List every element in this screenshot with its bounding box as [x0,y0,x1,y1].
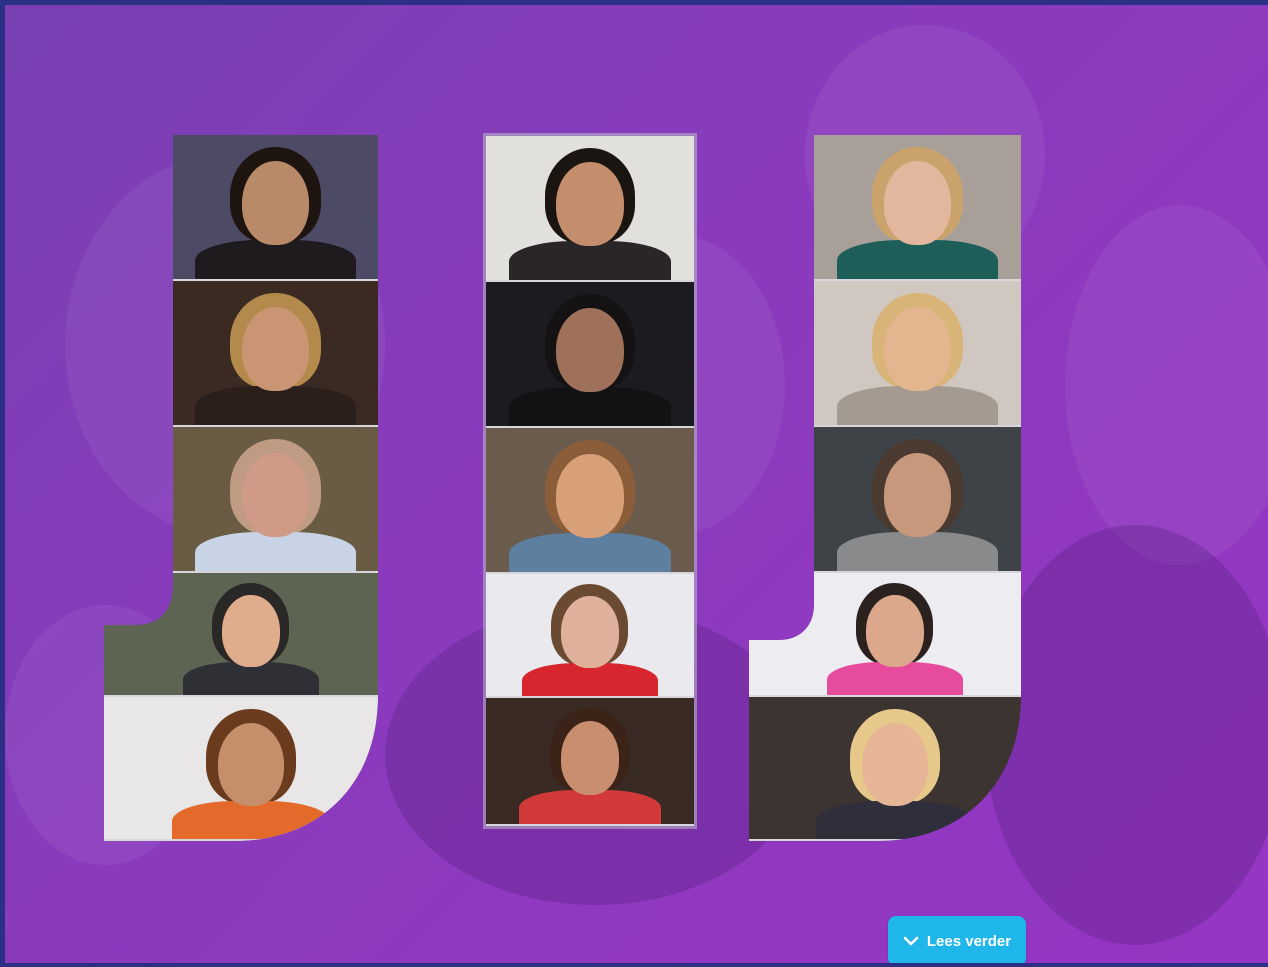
photo-body [837,240,998,281]
photo-body [509,533,671,572]
chevron-down-icon [903,936,919,946]
photo-body [509,387,671,426]
letter-j-right-collage [749,135,1021,841]
celebrity-photo [814,135,1021,281]
photo-body [827,662,964,697]
celebrity-photo [486,282,694,428]
celebrity-photo [104,697,378,841]
photo-body [195,386,356,427]
photo-body [509,241,671,280]
photo-body [195,532,356,573]
photo-body [837,386,998,427]
celebrity-photo [173,281,378,427]
photo-face [862,723,928,806]
photo-face [884,161,951,245]
photo-face [866,595,923,666]
celebrity-photo [486,574,694,698]
celebrity-photo [749,573,1021,697]
photo-face [884,453,951,537]
photo-body [195,240,356,281]
celebrity-photo [104,573,378,697]
hero-banner: Lees verder [0,0,1268,967]
celebrity-photo [486,136,694,282]
background-figure [985,525,1268,945]
photo-face [218,723,284,806]
photo-body [183,662,320,697]
photo-face [561,596,619,668]
celebrity-photo [749,697,1021,841]
celebrity-photo [486,428,694,574]
photo-face [556,454,624,539]
photo-face [242,307,309,391]
celebrity-photo [173,427,378,573]
photo-face [556,308,624,393]
background-figure [1065,205,1268,565]
celebrity-photo [486,698,694,826]
photo-face [556,162,624,247]
photo-body [521,663,659,696]
celebrity-photo [814,281,1021,427]
celebrity-photo [173,135,378,281]
photo-face [242,453,309,537]
photo-face [560,721,620,795]
photo-body [816,801,975,841]
photo-face [242,161,309,245]
celebrity-photo [814,427,1021,573]
photo-body [837,532,998,573]
photo-body [519,790,661,824]
letter-i-middle-collage [486,136,694,826]
read-more-button[interactable]: Lees verder [888,916,1026,963]
photo-face [222,595,279,666]
read-more-label: Lees verder [926,932,1012,950]
photo-face [884,307,951,391]
photo-body [172,801,331,841]
